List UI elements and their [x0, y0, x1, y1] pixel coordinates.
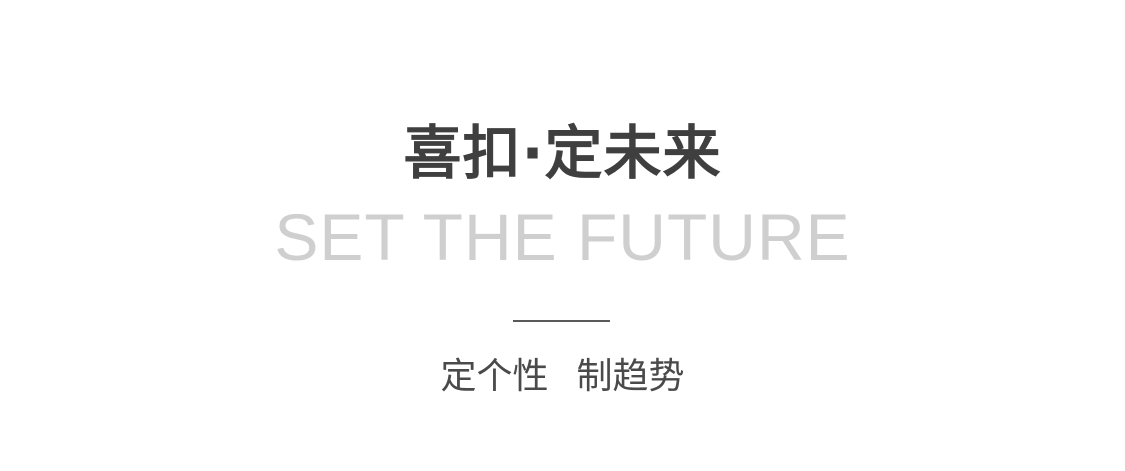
page-title: 喜扣·定未来	[403, 119, 722, 187]
divider-line	[513, 320, 610, 322]
tagline-right: 制趋势	[576, 356, 685, 397]
tagline: 定个性 制趋势	[0, 354, 1125, 400]
english-subtitle: SET THE FUTURE	[274, 200, 851, 274]
tagline-left: 定个性	[440, 356, 549, 397]
banner: 喜扣·定未来 SET THE FUTURE 定个性 制趋势	[0, 0, 1125, 471]
